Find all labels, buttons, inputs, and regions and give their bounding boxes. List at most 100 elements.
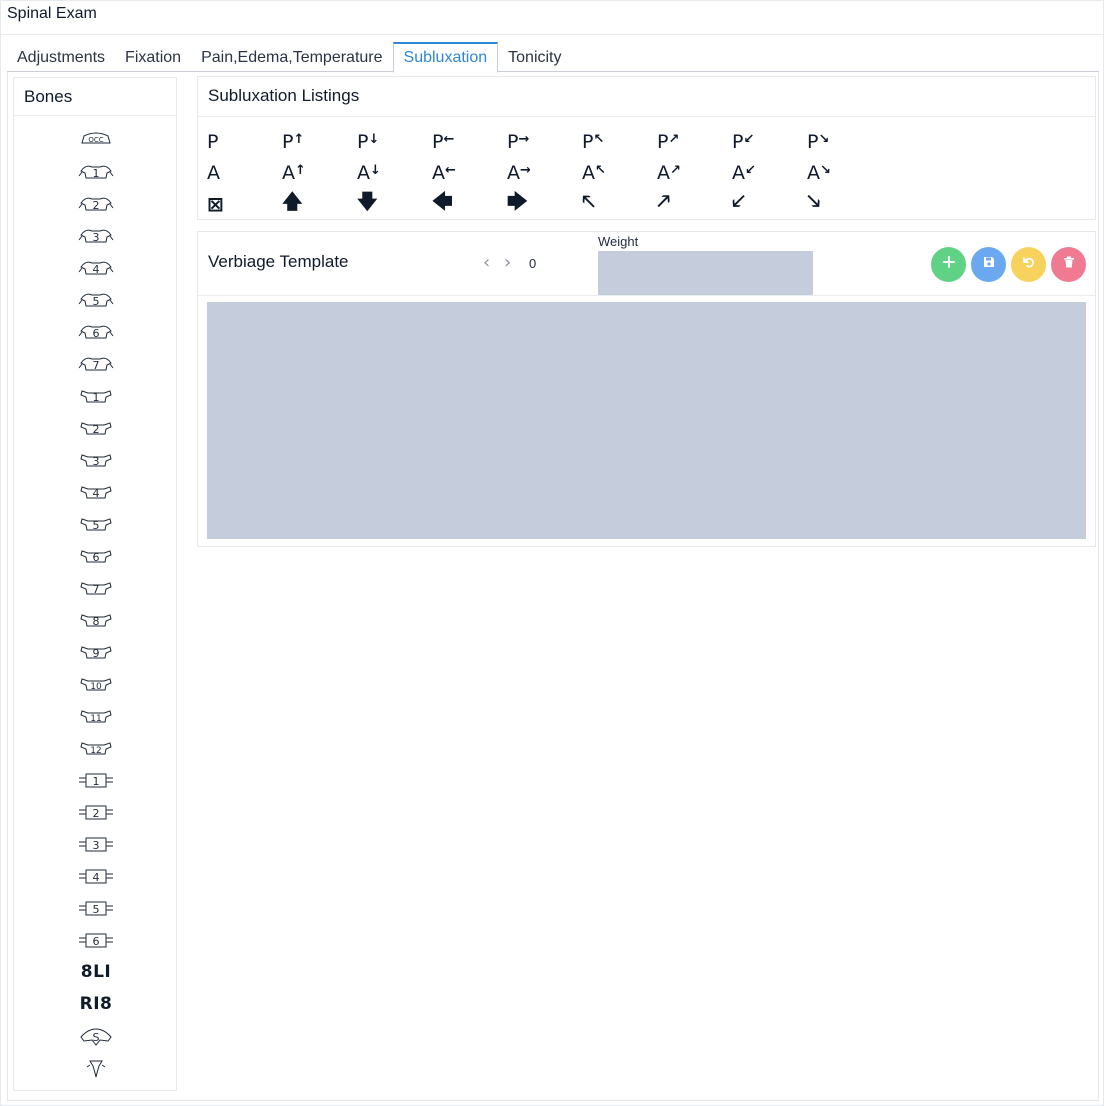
bone-lumbar-1[interactable]: 1: [14, 764, 178, 796]
bone-label: 3: [93, 455, 100, 468]
tab-fixation[interactable]: Fixation: [115, 42, 191, 72]
vertebra-icon: 1: [80, 390, 112, 404]
tab-bar: Adjustments Fixation Pain,Edema,Temperat…: [7, 42, 1099, 73]
bone-text-ri8[interactable]: RI8: [14, 988, 178, 1020]
chevron-left-icon[interactable]: ‹: [483, 252, 490, 273]
bone-coccyx[interactable]: [14, 1052, 178, 1084]
bone-label: 7: [93, 359, 100, 372]
listing-1-3[interactable]: A←: [432, 162, 507, 184]
bone-thoracic-2[interactable]: 2: [14, 412, 178, 444]
listing-1-2[interactable]: A↓: [357, 162, 432, 184]
listing-base: A: [582, 161, 595, 184]
listing-2-1[interactable]: 🡅: [282, 187, 357, 221]
listing-0-7[interactable]: P↙: [732, 131, 807, 153]
listing-2-4[interactable]: 🡆: [507, 187, 582, 221]
weight-label: Weight: [598, 234, 639, 249]
bone-cervical-6[interactable]: 6: [14, 316, 178, 348]
subluxation-listings-header: Subluxation Listings: [198, 77, 1095, 117]
vertebra-icon: 5: [78, 293, 114, 308]
bone-thoracic-6[interactable]: 6: [14, 540, 178, 572]
bone-cervical-7[interactable]: 7: [14, 348, 178, 380]
vertebra-icon: 12: [80, 742, 112, 756]
save-button[interactable]: [971, 247, 1006, 282]
window-title: Spinal Exam: [7, 5, 97, 22]
listing-base: A: [657, 161, 670, 184]
vertebra-icon: 2: [79, 805, 113, 820]
vertebra-icon: 7: [78, 357, 114, 372]
bone-occiput-occ[interactable]: OCC: [14, 124, 178, 156]
bone-label: 4: [93, 871, 100, 884]
vertebra-icon: 2: [78, 197, 114, 212]
bone-label: 8: [93, 615, 100, 628]
bone-thoracic-5[interactable]: 5: [14, 508, 178, 540]
bone-thoracic-3[interactable]: 3: [14, 444, 178, 476]
listing-2-7[interactable]: 🡗: [732, 187, 807, 221]
bone-text-8li[interactable]: 8LI: [14, 956, 178, 988]
bone-lumbar-3[interactable]: 3: [14, 828, 178, 860]
listing-0-0[interactable]: P: [207, 131, 282, 153]
listing-2-5[interactable]: 🡔: [582, 187, 657, 221]
listing-base: A: [282, 161, 295, 184]
verbiage-textarea[interactable]: [207, 302, 1086, 539]
vertebra-icon: 4: [80, 486, 112, 500]
listing-1-6[interactable]: A↗: [657, 162, 732, 184]
bone-cervical-2[interactable]: 2: [14, 188, 178, 220]
listing-0-1[interactable]: P↑: [282, 131, 357, 153]
listing-row: P P↑ P↓ P← P→ P↖ P↗ P↙ P↘: [207, 126, 882, 157]
bone-label: 5: [93, 903, 100, 916]
bone-lumbar-6[interactable]: 6: [14, 924, 178, 956]
listing-2-3[interactable]: 🡄: [432, 187, 507, 221]
bone-cervical-4[interactable]: 4: [14, 252, 178, 284]
bone-label: 6: [93, 935, 100, 948]
listing-1-8[interactable]: A↘: [807, 162, 882, 184]
bone-thoracic-4[interactable]: 4: [14, 476, 178, 508]
bone-lumbar-5[interactable]: 5: [14, 892, 178, 924]
bone-sacrum-s[interactable]: S: [14, 1020, 178, 1052]
delete-button[interactable]: [1051, 247, 1086, 282]
listing-2-6[interactable]: 🡕: [657, 187, 732, 221]
bone-thoracic-7[interactable]: 7: [14, 572, 178, 604]
bone-lumbar-2[interactable]: 2: [14, 796, 178, 828]
listing-base: A: [432, 161, 445, 184]
listing-0-6[interactable]: P↗: [657, 131, 732, 153]
bone-thoracic-9[interactable]: 9: [14, 636, 178, 668]
bone-cervical-3[interactable]: 3: [14, 220, 178, 252]
reset-button[interactable]: [1011, 247, 1046, 282]
listing-1-7[interactable]: A↙: [732, 162, 807, 184]
tab-tonicity[interactable]: Tonicity: [498, 42, 571, 72]
listing-0-4[interactable]: P→: [507, 131, 582, 153]
bone-label: 4: [93, 487, 100, 500]
bone-cervical-1[interactable]: 1: [14, 156, 178, 188]
listing-row: A A↑ A↓ A← A→ A↖ A↗ A↙ A↘: [207, 157, 882, 188]
listing-0-5[interactable]: P↖: [582, 131, 657, 153]
listing-1-5[interactable]: A↖: [582, 162, 657, 184]
listing-2-8[interactable]: 🡖: [807, 187, 882, 221]
bone-thoracic-1[interactable]: 1: [14, 380, 178, 412]
bone-thoracic-11[interactable]: 11: [14, 700, 178, 732]
listing-0-3[interactable]: P←: [432, 131, 507, 153]
listing-0-8[interactable]: P↘: [807, 131, 882, 153]
bone-thoracic-8[interactable]: 8: [14, 604, 178, 636]
listing-direction: →: [518, 131, 530, 147]
tab-adjustments[interactable]: Adjustments: [7, 42, 115, 72]
tab-pain-edema-temperature[interactable]: Pain,Edema,Temperature: [191, 42, 392, 72]
vertebra-icon: OCC: [81, 132, 111, 144]
add-button[interactable]: [931, 247, 966, 282]
listing-2-0[interactable]: ⊠: [207, 192, 282, 216]
chevron-right-icon[interactable]: ›: [504, 252, 511, 273]
listing-0-2[interactable]: P↓: [357, 131, 432, 153]
bone-lumbar-4[interactable]: 4: [14, 860, 178, 892]
weight-input[interactable]: [598, 251, 813, 295]
bone-cervical-5[interactable]: 5: [14, 284, 178, 316]
bone-label: 6: [93, 327, 100, 340]
listing-base: 🡔: [582, 188, 596, 213]
undo-icon: [1022, 255, 1036, 274]
tab-subluxation[interactable]: Subluxation: [392, 42, 499, 73]
listing-1-0[interactable]: A: [207, 162, 282, 184]
listing-2-2[interactable]: 🡇: [357, 187, 432, 221]
bone-thoracic-10[interactable]: 10: [14, 668, 178, 700]
listing-1-4[interactable]: A→: [507, 162, 582, 184]
bone-thoracic-12[interactable]: 12: [14, 732, 178, 764]
listing-1-1[interactable]: A↑: [282, 162, 357, 184]
listing-base: A: [207, 161, 220, 184]
